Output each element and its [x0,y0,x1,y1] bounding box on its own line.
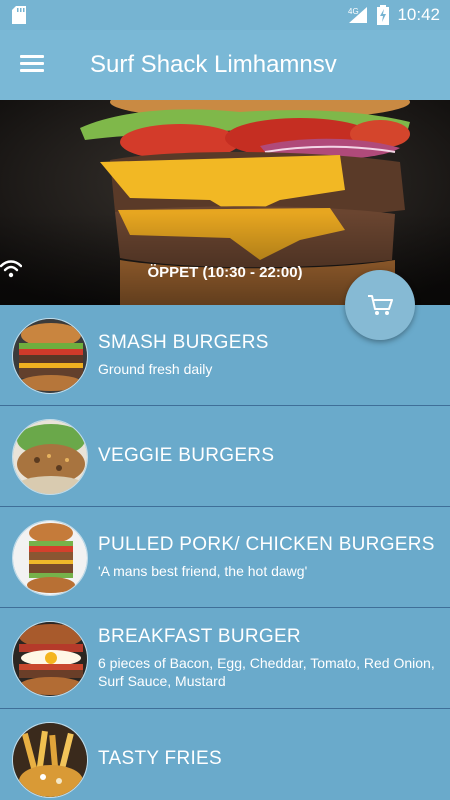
category-title: VEGGIE BURGERS [98,445,275,466]
category-list: SMASH BURGERS Ground fresh daily VEGGIE … [0,305,450,800]
status-bar: 4G 10:42 [0,0,450,30]
category-tasty-fries[interactable]: TASTY FRIES [0,709,450,800]
pulled-pork-thumbnail [12,520,88,596]
tasty-fries-thumbnail [12,722,88,798]
category-title: TASTY FRIES [98,748,223,769]
veggie-burgers-thumbnail [12,419,88,495]
opening-hours-label: ÖPPET (10:30 - 22:00) [147,263,303,281]
category-subtitle: 6 pieces of Bacon, Egg, Cheddar, Tomato,… [98,655,435,689]
category-title: BREAKFAST BURGER [98,626,301,647]
category-breakfast-burger[interactable]: BREAKFAST BURGER 6 pieces of Bacon, Egg,… [0,608,450,709]
status-clock: 10:42 [397,5,440,24]
category-subtitle: Ground fresh daily [98,361,213,377]
smash-burgers-thumbnail [12,318,88,394]
sd-card-icon [12,6,26,24]
cart-button[interactable] [345,270,415,340]
battery-charging-icon [377,5,390,25]
wifi-icon [0,260,22,278]
svg-text:4G: 4G [348,7,359,16]
app-bar: Surf Shack Limhamnsv [0,30,450,100]
page-title: Surf Shack Limhamnsv [90,51,337,78]
shopping-cart-icon [368,295,393,315]
category-veggie-burgers[interactable]: VEGGIE BURGERS [0,406,450,507]
menu-icon[interactable] [20,52,50,78]
signal-icon: 4G [348,7,368,23]
category-title: PULLED PORK/ CHICKEN BURGERS [98,534,435,555]
category-subtitle: 'A mans best friend, the hot dawg' [98,563,308,579]
breakfast-burger-thumbnail [12,621,88,697]
category-pulled-pork-chicken-burgers[interactable]: PULLED PORK/ CHICKEN BURGERS 'A mans bes… [0,507,450,608]
